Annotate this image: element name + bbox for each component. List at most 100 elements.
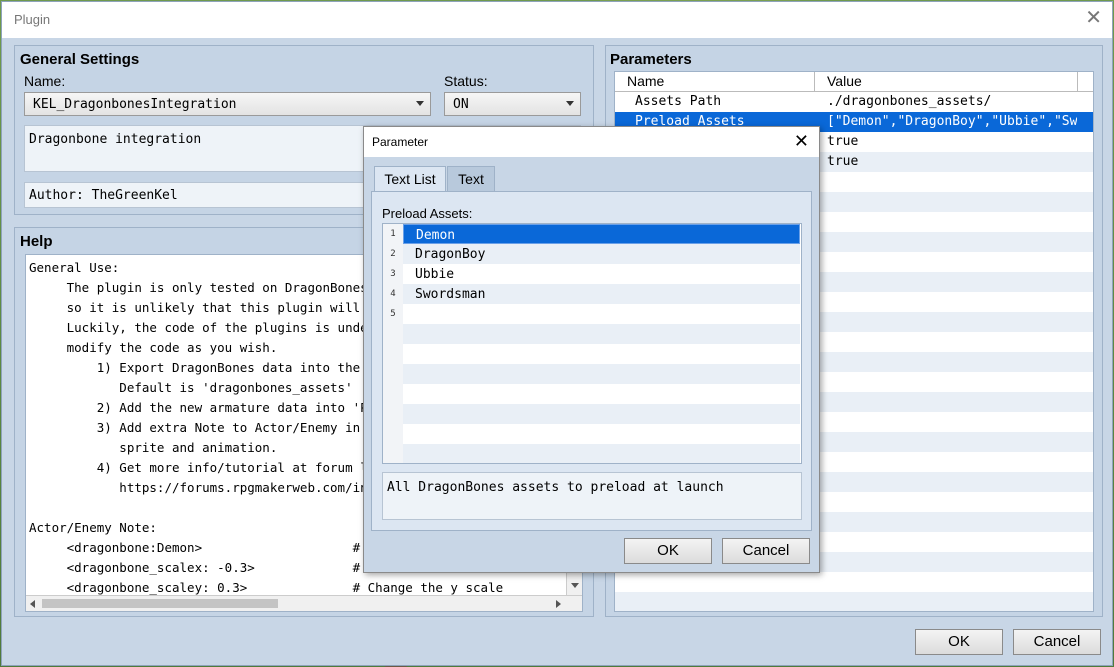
help-line: so it is unlikely that this plugin will … (29, 300, 398, 315)
line-number (383, 384, 403, 404)
help-line: Luckily, the code of the plugins is unde… (29, 320, 398, 335)
help-line: Actor/Enemy Note: (29, 520, 157, 535)
list-item[interactable]: 1 Demon (383, 224, 800, 244)
list-item-area[interactable]: Ubbie (403, 264, 800, 284)
column-divider (814, 72, 815, 92)
name-dropdown[interactable]: KEL_DragonbonesIntegration (24, 92, 431, 116)
parameters-title: Parameters (610, 51, 692, 68)
list-item-area[interactable]: DragonBoy (403, 244, 800, 264)
line-number (383, 324, 403, 344)
parameters-table-header: Name Value (615, 72, 1093, 92)
list-item[interactable] (383, 364, 800, 384)
help-scroll-thumb[interactable] (42, 599, 278, 608)
line-number (383, 404, 403, 424)
list-item-area[interactable] (403, 444, 800, 463)
list-item[interactable]: 5 (383, 304, 800, 324)
line-number: 1 (383, 224, 403, 244)
help-line: <dragonbone_scalex: -0.3> # Ch (29, 560, 383, 575)
dialog-cancel-button[interactable]: Cancel (722, 538, 810, 564)
list-item-area[interactable] (403, 364, 800, 384)
help-horizontal-scrollbar[interactable] (26, 595, 582, 611)
text-list-box[interactable]: 1 Demon 2 DragonBoy 3 Ubbie 4 Swordsman 5 (382, 223, 802, 464)
line-number (383, 424, 403, 444)
help-line: modify the code as you wish. (29, 340, 278, 355)
column-header-value[interactable]: Value (827, 73, 862, 89)
list-item[interactable] (383, 344, 800, 364)
list-item[interactable]: 3 Ubbie (383, 264, 800, 284)
help-title: Help (20, 233, 53, 250)
chevron-down-icon (416, 101, 424, 106)
help-line: <dragonbone:Demon> # As (29, 540, 383, 555)
table-row[interactable]: Assets Path ./dragonbones_assets/ (615, 92, 1093, 112)
preload-assets-label: Preload Assets: (382, 206, 473, 221)
scroll-down-icon[interactable] (571, 583, 579, 588)
chevron-down-icon (566, 101, 574, 106)
help-line: General Use: (29, 260, 120, 275)
list-item-text: Demon (416, 228, 456, 243)
name-dropdown-value: KEL_DragonbonesIntegration (33, 97, 237, 112)
list-item[interactable] (383, 384, 800, 404)
dialog-ok-button[interactable]: OK (624, 538, 712, 564)
column-divider (1077, 72, 1078, 92)
table-row[interactable] (615, 572, 1093, 592)
list-item-area[interactable] (403, 324, 800, 344)
dialog-title: Parameter (372, 135, 429, 149)
status-dropdown[interactable]: ON (444, 92, 581, 116)
help-line: <dragonbone_scaley: 0.3> # Change the y … (29, 580, 504, 595)
help-line: 4) Get more info/tutorial at forum link: (29, 460, 398, 475)
list-item[interactable] (383, 324, 800, 344)
scroll-right-icon[interactable] (556, 600, 561, 608)
list-item[interactable] (383, 444, 800, 463)
table-row[interactable] (615, 592, 1093, 611)
window-titlebar: Plugin ✕ (2, 2, 1112, 38)
list-item-area[interactable] (403, 424, 800, 444)
line-number (383, 364, 403, 384)
list-item-area[interactable] (403, 344, 800, 364)
help-line: 1) Export DragonBones data into the 'Ass (29, 360, 398, 375)
list-item-text: Swordsman (415, 287, 486, 302)
line-number: 5 (383, 304, 403, 324)
ok-button[interactable]: OK (915, 629, 1003, 655)
list-item-area[interactable] (403, 384, 800, 404)
column-header-name[interactable]: Name (627, 73, 664, 89)
list-item-text: Ubbie (415, 267, 455, 282)
general-settings-title: General Settings (20, 51, 140, 68)
name-label: Name: (24, 73, 66, 89)
dialog-close-icon[interactable]: ✕ (794, 131, 809, 152)
parameter-dialog: Parameter ✕ Text List Text Preload Asset… (363, 126, 820, 573)
list-item[interactable]: 2 DragonBoy (383, 244, 800, 264)
list-item-area[interactable]: Swordsman (403, 284, 800, 304)
help-line: sprite and animation. (29, 440, 278, 455)
list-item[interactable] (383, 404, 800, 424)
line-number: 3 (383, 264, 403, 284)
tab-text[interactable]: Text (447, 166, 495, 192)
help-line: https://forums.rpgmakerweb.com/index (29, 480, 391, 495)
line-number (383, 444, 403, 463)
list-item-area[interactable] (403, 404, 800, 424)
parameter-name-cell: Assets Path (635, 94, 722, 109)
help-line: 2) Add the new armature data into 'Prelo (29, 400, 398, 415)
line-number: 4 (383, 284, 403, 304)
help-line: The plugin is only tested on DragonBones… (29, 280, 398, 295)
list-item-area[interactable] (403, 304, 800, 324)
cancel-button[interactable]: Cancel (1013, 629, 1101, 655)
parameter-description: All DragonBones assets to preload at lau… (382, 472, 802, 520)
window-close-icon[interactable]: ✕ (1085, 8, 1102, 28)
list-item[interactable]: 4 Swordsman (383, 284, 800, 304)
dialog-titlebar: Parameter ✕ (364, 127, 819, 157)
status-dropdown-value: ON (453, 97, 469, 112)
parameter-value-cell: true (827, 134, 859, 149)
list-item[interactable] (383, 424, 800, 444)
list-item-text: DragonBoy (415, 247, 486, 262)
parameter-description-text: All DragonBones assets to preload at lau… (387, 480, 724, 495)
description-text: Dragonbone integration (29, 132, 202, 147)
help-line: Default is 'dragonbones_assets' (29, 380, 353, 395)
status-label: Status: (444, 73, 488, 89)
tab-text-list[interactable]: Text List (374, 166, 446, 192)
help-line: 3) Add extra Note to Actor/Enemy in orde (29, 420, 398, 435)
list-item-area[interactable]: Demon (403, 224, 800, 244)
scroll-left-icon[interactable] (30, 600, 35, 608)
author-text: Author: TheGreenKel (29, 188, 178, 203)
parameter-value-cell: ./dragonbones_assets/ (827, 94, 992, 109)
window-title: Plugin (14, 12, 51, 27)
